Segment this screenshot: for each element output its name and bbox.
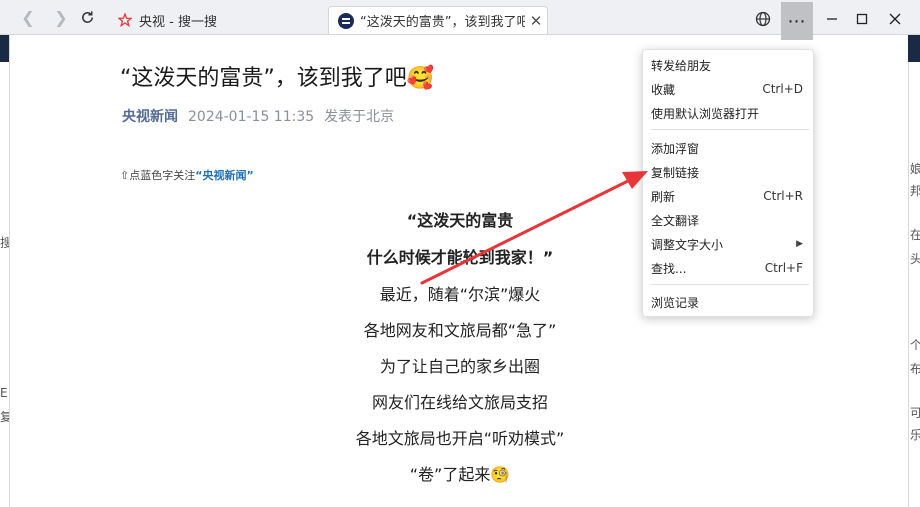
menu-item-open-default-browser[interactable]: 使用默认浏览器打开 [643, 101, 813, 125]
article-source-link[interactable]: 央视新闻 [122, 109, 178, 125]
menu-item-label: 添加浮窗 [651, 141, 700, 156]
background-text-fragment: 复 [0, 410, 9, 424]
article-line: 为了让自己的家乡出圈 [379, 357, 540, 376]
menu-item-label: 复制链接 [651, 165, 700, 180]
menu-item-history[interactable]: 浏览记录 [643, 290, 813, 314]
context-menu: 转发给朋友 收藏 Ctrl+D 使用默认浏览器打开 添加浮窗 复制链接 刷新 Ctr… [642, 49, 814, 317]
cctv-news-logo-icon [338, 12, 354, 29]
menu-item-label: 调整文字大小 [651, 237, 724, 252]
background-text-fragment: 娘 [910, 162, 920, 176]
close-tab-icon[interactable]: ✕ [525, 12, 547, 30]
refresh-icon[interactable] [75, 5, 99, 29]
follow-prefix: ⇧点蓝色字关注 [120, 169, 196, 182]
tab-search[interactable]: 央视 - 搜一搜 [108, 6, 323, 34]
minimize-button[interactable] [818, 5, 846, 33]
menu-item-shortcut: Ctrl+F [764, 261, 803, 275]
background-text-fragment: 在 [910, 228, 920, 242]
article-location: 发表于北京 [324, 109, 395, 125]
background-text-fragment: 乐 [910, 428, 920, 442]
menu-item-shortcut: Ctrl+D [762, 82, 803, 96]
article-line: 各地文旅局也开启“听劝模式” [355, 429, 565, 448]
menu-item-label: 全文翻译 [651, 213, 700, 228]
menu-separator [651, 129, 809, 130]
background-text-fragment: 布 [910, 362, 920, 376]
background-text-fragment: 可 [910, 406, 920, 420]
menu-item-font-size[interactable]: 调整文字大小 ▶ [643, 232, 813, 256]
submenu-arrow-icon: ▶ [796, 239, 803, 249]
more-menu-button[interactable]: ⋯ [781, 2, 813, 40]
article-title: “这泼天的富贵”，该到我了吧🥰 [120, 66, 435, 91]
maximize-button[interactable] [848, 5, 876, 33]
background-text-fragment: 个 [910, 338, 920, 352]
article-line: 网友们在线给文旅局支招 [371, 393, 548, 412]
article-line: 什么时候才能轮到我家！” [366, 248, 554, 267]
background-window-left [0, 34, 10, 507]
forward-arrow-icon[interactable]: ❯ [49, 5, 73, 29]
browser-titlebar: ❮ ❯ 央视 - 搜一搜 “这泼天的富贵”，该到我了吧😊 ✕ ⋯ [0, 0, 920, 40]
article-datetime: 2024-01-15 11:35 [188, 109, 315, 125]
cctv-logo-icon [117, 12, 133, 28]
menu-item-favorite[interactable]: 收藏 Ctrl+D [643, 77, 813, 101]
follow-prompt: ⇧点蓝色字关注“央视新闻” [120, 167, 254, 183]
menu-item-label: 浏览记录 [651, 295, 700, 310]
menu-item-refresh[interactable]: 刷新 Ctrl+R [643, 184, 813, 208]
menu-item-shortcut: Ctrl+R [763, 189, 803, 203]
globe-icon[interactable] [749, 5, 777, 33]
article-line: 各地网友和文旅局都“急了” [363, 321, 557, 340]
menu-item-translate[interactable]: 全文翻译 [643, 208, 813, 232]
more-dots-icon: ⋯ [787, 10, 807, 32]
back-arrow-icon[interactable]: ❮ [16, 5, 40, 29]
menu-item-label: 使用默认浏览器打开 [651, 106, 760, 121]
article-line: 最近，随着“尔滨”爆火 [379, 285, 541, 304]
background-text-fragment: 邦 [910, 184, 920, 198]
menu-item-label: 收藏 [651, 82, 676, 97]
tab-title: “这泼天的富贵”，该到我了吧😊 [360, 15, 525, 30]
article-line: “卷”了起来🧐 [409, 465, 511, 484]
menu-item-floating-window[interactable]: 添加浮窗 [643, 136, 813, 160]
article-line: “这泼天的富贵 [406, 211, 514, 230]
tab-title: 央视 - 搜一搜 [139, 14, 217, 30]
background-text-fragment: E [0, 386, 8, 400]
article-meta: 央视新闻 2024-01-15 11:35 发表于北京 [122, 106, 394, 126]
background-text-fragment: 头 [910, 252, 920, 266]
tab-article[interactable]: “这泼天的富贵”，该到我了吧😊 ✕ [328, 6, 548, 34]
menu-item-share[interactable]: 转发给朋友 [643, 53, 813, 77]
background-text-fragment: 搜 [0, 236, 9, 250]
menu-separator [651, 284, 809, 285]
background-header-left [0, 34, 9, 62]
menu-item-label: 转发给朋友 [651, 58, 712, 73]
menu-item-find[interactable]: 查找... Ctrl+F [643, 256, 813, 280]
menu-item-label: 刷新 [651, 189, 676, 204]
menu-item-copy-link[interactable]: 复制链接 [643, 160, 813, 184]
follow-link[interactable]: “央视新闻” [195, 169, 253, 182]
close-window-button[interactable] [881, 5, 909, 33]
menu-item-label: 查找... [651, 261, 687, 276]
background-header-right [908, 34, 920, 62]
